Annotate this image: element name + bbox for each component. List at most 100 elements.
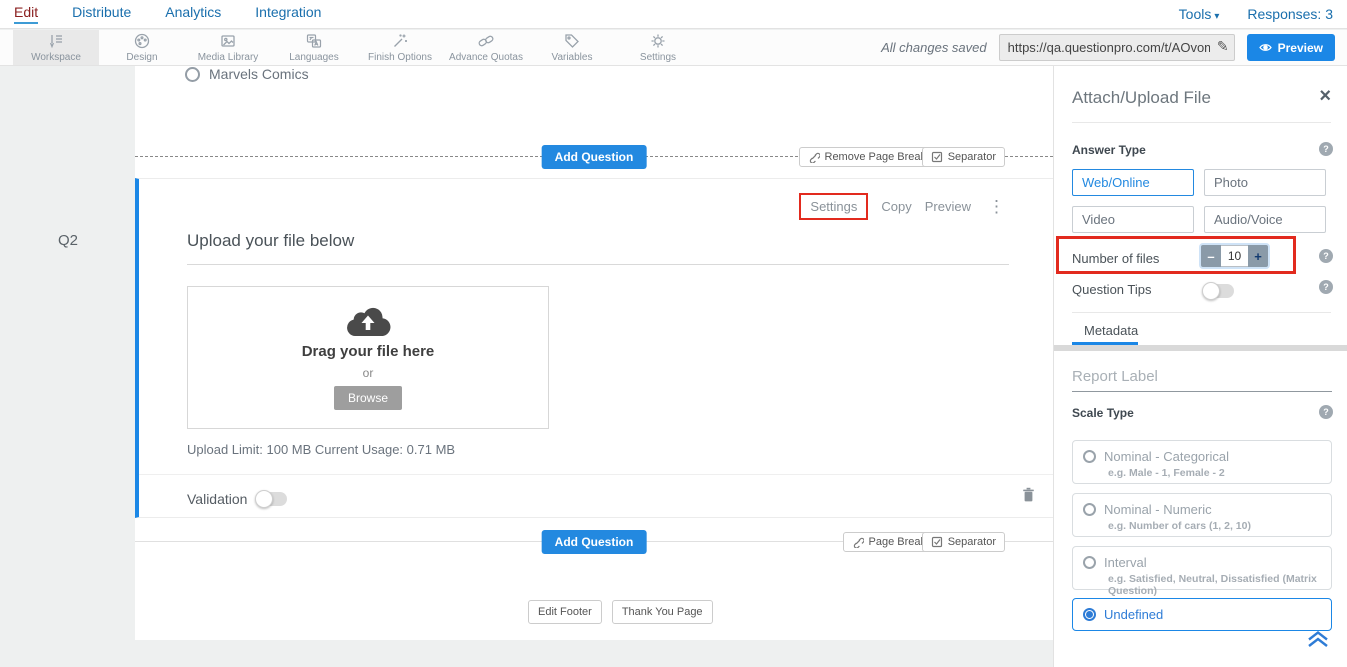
scale-option-nominal-numeric[interactable]: Nominal - Numeric e.g. Number of cars (1… (1072, 493, 1332, 537)
scale-option-nominal-categorical[interactable]: Nominal - Categorical e.g. Male - 1, Fem… (1072, 440, 1332, 484)
gear-icon (649, 32, 667, 50)
checked-checkbox-icon (931, 536, 943, 548)
remove-page-break-button[interactable]: Remove Page Break (799, 147, 936, 167)
question-title[interactable]: Upload your file below (187, 231, 1009, 265)
page-break-divider-top: Add Question Remove Page Break Separator (135, 156, 1053, 157)
broken-link-icon (808, 151, 820, 163)
toolbar-item-finish-options[interactable]: Finish Options (357, 30, 443, 65)
languages-icon (305, 32, 323, 50)
answer-type-video[interactable]: Video (1072, 206, 1194, 233)
plus-button[interactable]: + (1248, 245, 1268, 267)
edit-url-pencil-icon[interactable]: ✎ (1217, 38, 1229, 55)
delete-question-trash-icon[interactable] (1022, 487, 1035, 502)
validation-label: Validation (187, 491, 247, 507)
responses-link[interactable]: Responses: 3 (1247, 6, 1333, 22)
checked-checkbox-icon (931, 151, 943, 163)
toolbar-item-settings[interactable]: Settings (615, 30, 701, 65)
scale-option-undefined[interactable]: Undefined (1072, 598, 1332, 631)
save-status: All changes saved (881, 40, 987, 55)
radio-icon (1083, 556, 1096, 569)
top-nav: Edit Distribute Analytics Integration To… (0, 0, 1347, 29)
toolbar-item-media-library[interactable]: Media Library (185, 30, 271, 65)
question-number-label: Q2 (58, 232, 78, 249)
nav-item-edit[interactable]: Edit (14, 4, 38, 24)
previous-question-option: Marvels Comics (185, 66, 309, 82)
file-dropzone[interactable]: Drag your file here or Browse (187, 286, 549, 429)
answer-type-web-online[interactable]: Web/Online (1072, 169, 1194, 196)
scale-option-interval[interactable]: Interval e.g. Satisfied, Neutral, Dissat… (1072, 546, 1332, 590)
help-icon-question-tips[interactable]: ? (1319, 280, 1333, 294)
nav-item-integration[interactable]: Integration (255, 4, 321, 24)
question-settings-panel: Attach/Upload File × Answer Type ? Web/O… (1053, 66, 1347, 667)
toolbar-item-design[interactable]: Design (99, 30, 185, 65)
add-question-button-top[interactable]: Add Question (542, 145, 647, 169)
number-of-files-stepper: – 10 + (1201, 245, 1268, 267)
toolbar-item-workspace[interactable]: Workspace (13, 30, 99, 65)
help-icon-answer-type[interactable]: ? (1319, 142, 1333, 156)
report-label-input[interactable] (1072, 366, 1332, 392)
caret-down-icon: ▾ (1214, 11, 1219, 22)
survey-canvas: Marvels Comics Add Question Remove Page … (135, 66, 1053, 640)
toolbar-item-advance-quotas[interactable]: Advance Quotas (443, 30, 529, 65)
validation-toggle[interactable] (257, 492, 287, 506)
nav-links: Edit Distribute Analytics Integration (14, 4, 321, 24)
help-icon-scale-type[interactable]: ? (1319, 405, 1333, 419)
radio-icon[interactable] (185, 67, 200, 82)
question-tips-toggle[interactable] (1204, 284, 1234, 298)
workspace-icon (47, 32, 65, 50)
question-divider (139, 474, 1053, 475)
minus-button[interactable]: – (1201, 245, 1221, 267)
media-library-icon (219, 32, 237, 50)
page-break-divider-bottom: Add Question Page Break Separator (135, 541, 1053, 542)
scale-option-example: e.g. Male - 1, Female - 2 (1073, 464, 1331, 479)
scale-option-example: e.g. Number of cars (1, 2, 10) (1073, 517, 1331, 532)
dropzone-or-text: or (363, 366, 374, 380)
dropzone-text: Drag your file here (302, 343, 435, 360)
add-question-button-bottom[interactable]: Add Question (542, 530, 647, 554)
radio-selected-icon (1083, 608, 1096, 621)
workspace-toolbar: Workspace Design Media Library Languages… (0, 30, 1347, 66)
toggle-knob (255, 490, 273, 508)
question-block: Settings Copy Preview ⋮ Upload your file… (135, 178, 1053, 518)
kebab-menu-icon[interactable]: ⋮ (984, 197, 1009, 217)
thank-you-page-button[interactable]: Thank You Page (612, 600, 713, 624)
separator-toggle-bottom[interactable]: Separator (922, 532, 1005, 552)
upload-limit-info: Upload Limit: 100 MB Current Usage: 0.71… (187, 442, 455, 457)
section-band (1054, 345, 1347, 351)
annotation-settings-highlight: Settings (799, 193, 868, 220)
broken-link-icon (852, 536, 864, 548)
toolbar-item-languages[interactable]: Languages (271, 30, 357, 65)
survey-url-input[interactable] (999, 34, 1235, 61)
question-copy-link[interactable]: Copy (881, 199, 911, 214)
question-settings-link[interactable]: Settings (810, 199, 857, 214)
answer-type-photo[interactable]: Photo (1204, 169, 1326, 196)
toolbar-item-variables[interactable]: Variables (529, 30, 615, 65)
nav-item-distribute[interactable]: Distribute (72, 4, 131, 24)
magic-wand-icon (391, 32, 409, 50)
separator-toggle-top[interactable]: Separator (922, 147, 1005, 167)
eye-icon (1259, 42, 1272, 53)
tag-icon (563, 32, 581, 50)
number-of-files-label: Number of files (1072, 251, 1159, 266)
tools-menu[interactable]: Tools▾ (1179, 6, 1220, 22)
question-tips-label: Question Tips (1072, 282, 1152, 297)
question-preview-link[interactable]: Preview (925, 199, 971, 214)
close-icon[interactable]: × (1319, 86, 1331, 106)
answer-type-audio-voice[interactable]: Audio/Voice (1204, 206, 1326, 233)
number-of-files-value[interactable]: 10 (1221, 245, 1248, 267)
radio-icon (1083, 503, 1096, 516)
edit-footer-button[interactable]: Edit Footer (528, 600, 602, 624)
answer-type-label: Answer Type (1072, 143, 1146, 157)
design-palette-icon (133, 32, 151, 50)
toggle-knob (1202, 282, 1220, 300)
panel-divider (1072, 122, 1331, 123)
tab-metadata[interactable]: Metadata (1084, 323, 1138, 338)
nav-item-analytics[interactable]: Analytics (165, 4, 221, 24)
scale-type-label: Scale Type (1072, 406, 1134, 420)
help-icon-number-of-files[interactable]: ? (1319, 249, 1333, 263)
scale-option-example: e.g. Satisfied, Neutral, Dissatisfied (M… (1073, 570, 1331, 597)
preview-button[interactable]: Preview (1247, 34, 1335, 61)
chain-link-icon (477, 32, 495, 50)
collapse-double-chevron-up-icon[interactable] (1306, 630, 1330, 648)
browse-button[interactable]: Browse (334, 386, 402, 410)
